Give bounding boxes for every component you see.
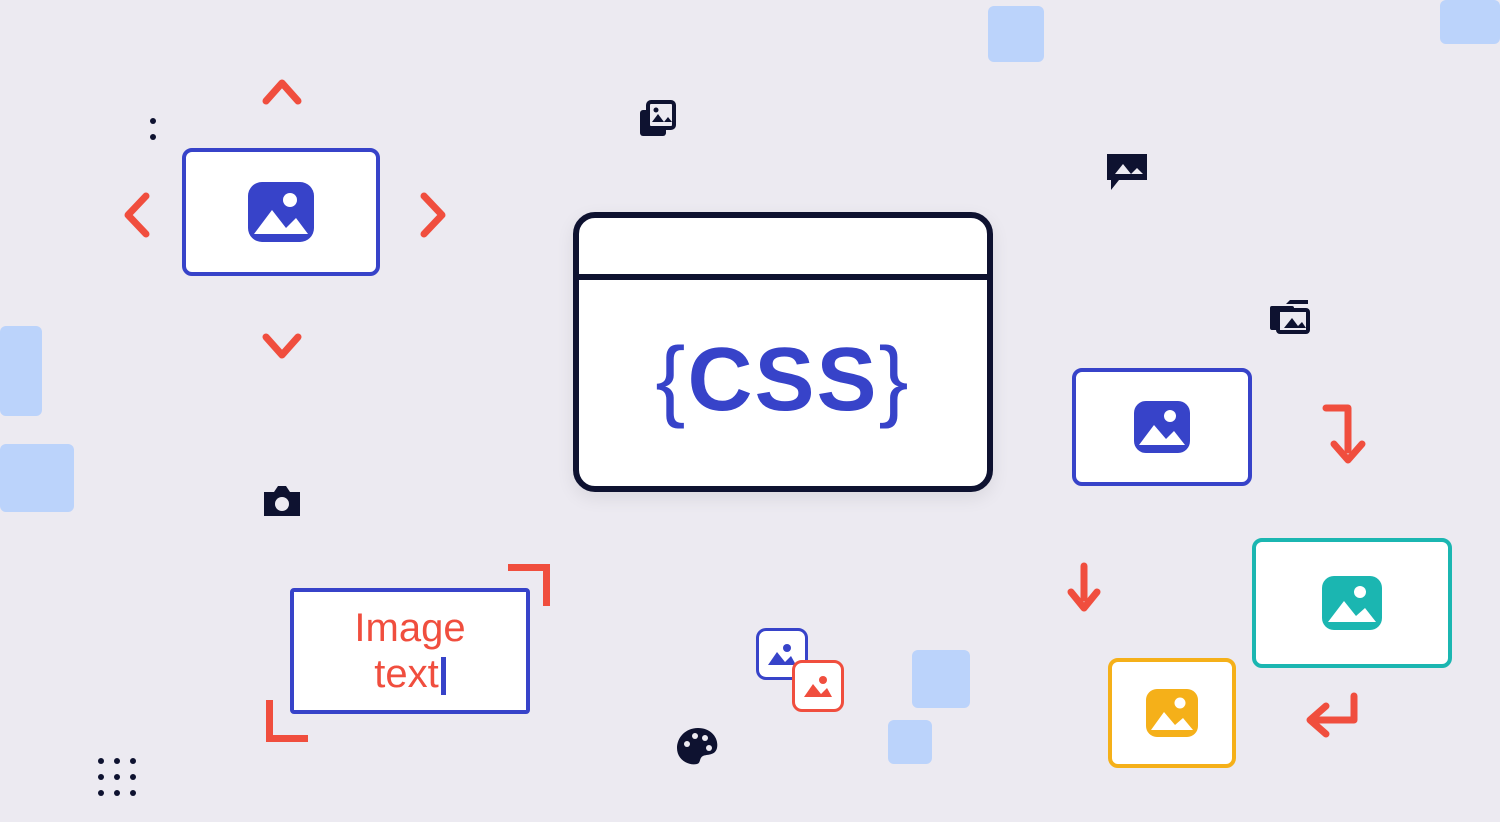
chevron-right-icon: [418, 192, 448, 249]
photo-stack-icon: [638, 100, 682, 149]
picture-icon-small: [792, 660, 844, 712]
chevron-down-icon: [262, 318, 302, 372]
palette-icon: [675, 726, 721, 773]
decor-square: [0, 326, 42, 416]
picture-icon: [1132, 399, 1192, 455]
decor-square: [988, 6, 1044, 62]
image-text-line2: text: [374, 651, 445, 697]
decor-square: [912, 650, 970, 708]
image-text-frame: Image text: [290, 588, 530, 714]
chat-image-icon: [1105, 152, 1153, 201]
decor-square: [888, 720, 932, 764]
camera-icon: [260, 482, 304, 525]
picture-icon: [1144, 687, 1200, 739]
window-titlebar: [579, 218, 987, 280]
dots-icon: [150, 108, 156, 150]
arrow-down-icon: [1065, 562, 1103, 619]
decor-square: [0, 444, 74, 512]
image-frame: [1108, 658, 1236, 768]
dots-grid-icon: [98, 758, 138, 798]
arrow-return-left-icon: [1300, 690, 1364, 751]
chevron-left-icon: [122, 192, 152, 249]
text-cursor: [441, 657, 446, 695]
image-frame: [1072, 368, 1252, 486]
decor-square: [1440, 0, 1500, 44]
folder-image-icon: [1268, 296, 1316, 343]
image-text-line1: Image: [354, 605, 465, 651]
arrow-turn-down-icon: [1320, 402, 1372, 479]
image-frame: [1252, 538, 1452, 668]
picture-icon: [246, 180, 316, 244]
chevron-up-icon: [262, 64, 302, 118]
css-label: {CSS}: [579, 280, 987, 480]
image-frame: [182, 148, 380, 276]
css-window: {CSS}: [573, 212, 993, 492]
picture-icon: [1320, 574, 1384, 632]
